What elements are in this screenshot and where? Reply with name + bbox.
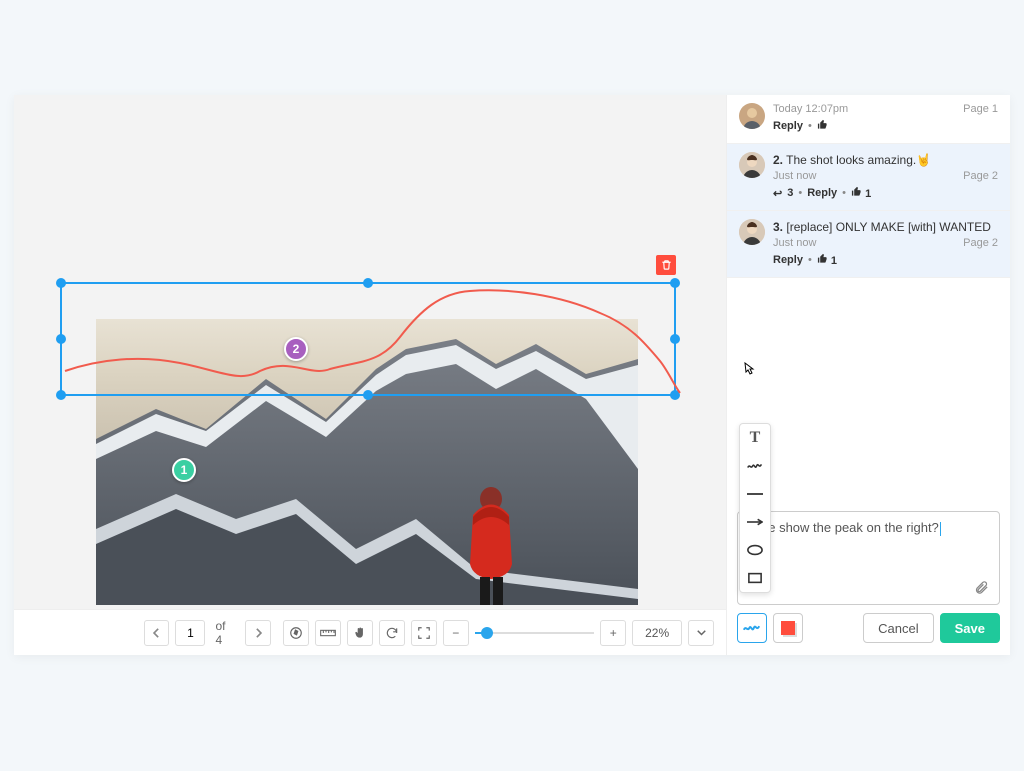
selection-handle-tl[interactable] [56,278,66,288]
selection-handle-tr[interactable] [670,278,680,288]
chevron-right-icon [255,628,262,638]
freehand-icon [747,460,763,472]
bottom-toolbar: of 4 − + [14,609,726,655]
comment-number: 2. [773,153,783,167]
avatar [739,152,765,178]
plus-icon: + [610,626,617,640]
zoom-slider[interactable] [475,621,595,645]
trash-icon [661,259,672,271]
thumbs-up-icon [817,119,828,130]
comment-item[interactable]: 2. The shot looks amazing.🤘 Just now Pag… [727,144,1010,211]
comment-page: Page 1 [963,103,998,115]
comment-text: [replace] ONLY MAKE [with] WANTED [786,220,991,234]
comment-emoji: 🤘 [916,153,931,167]
delete-annotation-button[interactable] [656,255,676,275]
comment-item[interactable]: 3. [replace] ONLY MAKE [with] WANTED Jus… [727,211,1010,278]
text-icon: T [750,429,761,447]
avatar [739,103,765,129]
like-count: 1 [831,255,837,267]
ruler-button[interactable] [315,620,341,646]
selection-handle-bl[interactable] [56,390,66,400]
selection-handle-mr[interactable] [670,334,680,344]
compass-icon [289,626,303,640]
comments-sidebar: Today 12:07pm Page 1 Reply • 2. The shot… [726,95,1010,655]
rect-tool[interactable] [740,564,770,592]
freehand-tool[interactable] [740,452,770,480]
ruler-icon [320,626,336,640]
selection-handle-bm[interactable] [363,390,373,400]
comment-timestamp: Just now [773,237,816,249]
color-chip[interactable] [773,613,803,643]
comment-item[interactable]: Today 12:07pm Page 1 Reply • [727,95,1010,144]
like-button[interactable]: 1 [851,186,871,200]
oval-icon [747,544,763,556]
compose-area: T d we show the peak on the right? Cance… [727,501,1010,655]
zoom-slider-thumb[interactable] [481,627,493,639]
chevron-left-icon [153,628,160,638]
reply-arrow-icon: ↩ [773,187,782,200]
zoom-value: 22% [632,620,682,646]
compass-button[interactable] [283,620,309,646]
thumbs-up-icon [851,186,862,197]
pan-button[interactable] [347,620,373,646]
arrow-icon [747,518,763,526]
fit-button[interactable] [411,620,437,646]
reply-button[interactable]: Reply [807,187,837,199]
reply-button[interactable]: Reply [773,120,803,132]
zoom-out-button[interactable]: − [443,620,469,646]
page-next-button[interactable] [245,620,271,646]
selection-box[interactable] [60,282,676,396]
active-tool-chip[interactable] [737,613,767,643]
page-input[interactable] [175,620,205,646]
arrow-tool[interactable] [740,508,770,536]
save-button[interactable]: Save [940,613,1000,643]
text-tool[interactable]: T [740,424,770,452]
comment-number: 3. [773,220,783,234]
selection-handle-ml[interactable] [56,334,66,344]
canvas-area[interactable]: 1 2 of 4 [14,95,726,655]
like-button[interactable] [817,119,828,133]
annotation-pin-1[interactable]: 1 [172,458,196,482]
page-prev-button[interactable] [144,620,170,646]
line-tool[interactable] [740,480,770,508]
page-total: of 4 [215,619,235,647]
annotation-tool-flyout: T [739,423,771,593]
pin-number: 1 [181,463,188,477]
comment-text: The shot looks amazing. [786,153,916,167]
attach-button[interactable] [974,580,989,598]
reply-button[interactable]: Reply [773,254,803,266]
freehand-icon [743,622,761,634]
minus-icon: − [452,626,459,640]
paperclip-icon [974,580,989,595]
cancel-button[interactable]: Cancel [863,613,933,643]
avatar [739,219,765,245]
comment-timestamp: Just now [773,170,816,182]
fit-icon [417,626,431,640]
reply-count: 3 [787,187,793,199]
thumbs-up-icon [817,253,828,264]
comment-timestamp: Today 12:07pm [773,103,848,115]
rotate-icon [385,626,399,640]
compose-textbox[interactable]: d we show the peak on the right? [737,511,1000,605]
oval-tool[interactable] [740,536,770,564]
compose-text: d we show the peak on the right? [748,520,939,535]
selection-handle-tm[interactable] [363,278,373,288]
color-swatch [781,621,795,635]
comment-page: Page 2 [963,170,998,182]
rect-icon [748,572,762,584]
like-button[interactable]: 1 [817,253,837,267]
zoom-dropdown-button[interactable] [688,620,714,646]
pin-number: 2 [293,342,300,356]
rotate-button[interactable] [379,620,405,646]
chevron-down-icon [697,630,706,636]
selection-handle-br[interactable] [670,390,680,400]
comment-page: Page 2 [963,237,998,249]
like-count: 1 [865,188,871,200]
comments-list: Today 12:07pm Page 1 Reply • 2. The shot… [727,95,1010,278]
annotation-pin-2[interactable]: 2 [284,337,308,361]
zoom-in-button[interactable]: + [600,620,626,646]
line-icon [747,492,763,496]
hand-icon [353,626,367,640]
